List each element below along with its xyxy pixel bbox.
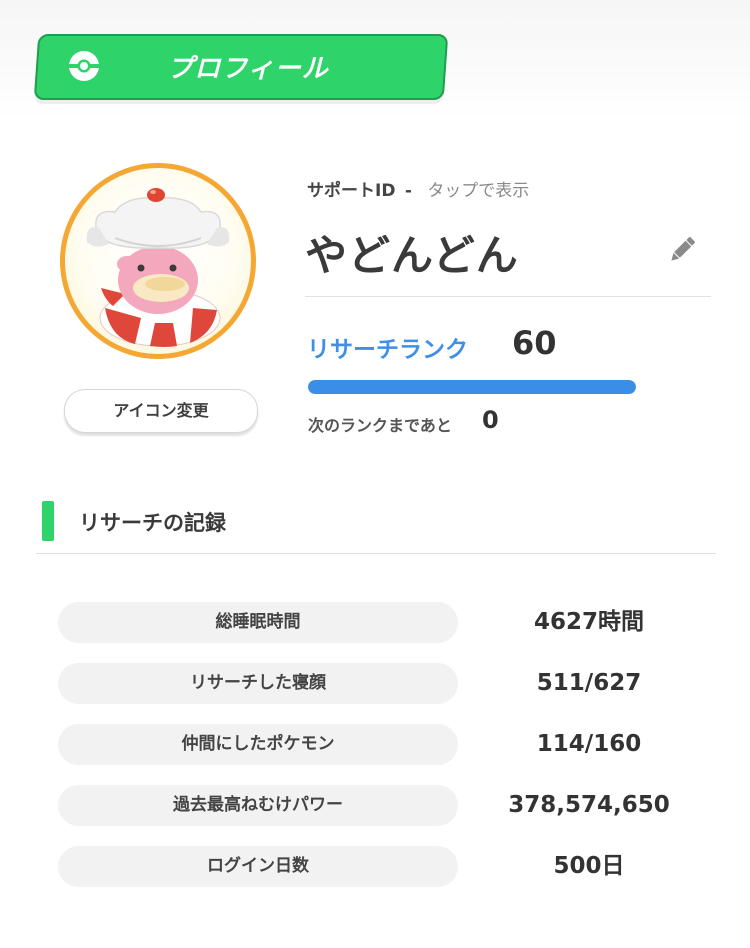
support-id-reveal-link[interactable]: タップで表示: [427, 181, 529, 201]
monster-ball-icon: [69, 51, 99, 81]
record-row: 過去最高ねむけパワー 378,574,650: [0, 785, 750, 846]
record-value: 378,574,650: [508, 792, 670, 818]
record-label: 過去最高ねむけパワー: [58, 785, 458, 826]
records-list: 総睡眠時間 4627時間 リサーチした寝顔 511/627 仲間にしたポケモン …: [0, 602, 750, 907]
record-value: 114/160: [536, 731, 642, 757]
page-title: プロフィール: [167, 54, 329, 84]
support-id-row[interactable]: サポートID - タップで表示: [307, 176, 529, 201]
record-label: ログイン日数: [58, 846, 458, 887]
section-divider: [36, 553, 716, 554]
name-divider: [305, 296, 711, 297]
rank-progress-bar: [308, 380, 636, 394]
record-row: 総睡眠時間 4627時間: [0, 602, 750, 663]
pencil-icon[interactable]: [665, 233, 699, 267]
support-id-label: サポートID: [307, 181, 396, 201]
next-rank-value: 0: [482, 406, 499, 434]
research-rank-label: リサーチランク: [307, 337, 468, 363]
record-value: 4627時間: [533, 609, 644, 635]
record-label: 仲間にしたポケモン: [58, 724, 458, 765]
record-value: 511/627: [536, 670, 642, 696]
record-row: リサーチした寝顔 511/627: [0, 663, 750, 724]
player-name: やどんどん: [305, 231, 519, 280]
record-label: 総睡眠時間: [58, 602, 458, 643]
records-section-title: リサーチの記録: [79, 511, 226, 535]
record-row: 仲間にしたポケモン 114/160: [0, 724, 750, 785]
section-accent-bar: [42, 501, 54, 541]
rank-progress-fill: [308, 380, 636, 394]
avatar[interactable]: [60, 163, 256, 359]
record-row: ログイン日数 500日: [0, 846, 750, 907]
record-value: 500日: [553, 853, 625, 879]
slowpoke-avatar-image: [86, 188, 230, 347]
icon-change-button[interactable]: アイコン変更: [64, 389, 258, 433]
record-label: リサーチした寝顔: [58, 663, 458, 704]
support-id-separator: -: [404, 181, 412, 201]
next-rank-label: 次のランクまであと: [308, 416, 452, 435]
profile-header-tab: プロフィール: [33, 34, 449, 100]
research-rank-value: 60: [512, 324, 557, 362]
